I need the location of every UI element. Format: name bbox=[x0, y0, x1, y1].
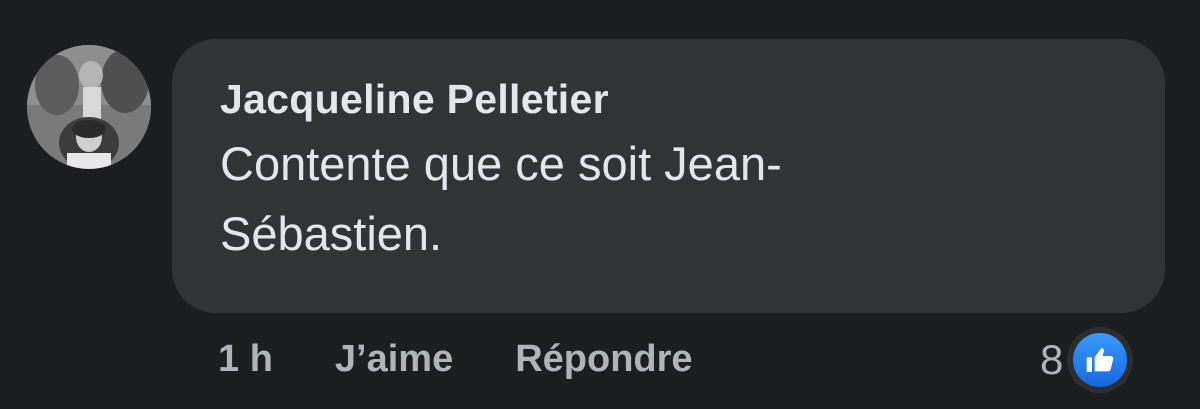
author-name[interactable]: Jacqueline Pelletier bbox=[220, 73, 1117, 125]
comment-item: Jacqueline Pelletier Contente que ce soi… bbox=[0, 0, 1200, 409]
profile-photo bbox=[27, 45, 151, 169]
avatar[interactable] bbox=[27, 45, 151, 169]
comment-text: Contente que ce soit Jean-Sébastien. bbox=[220, 137, 782, 260]
timestamp[interactable]: 1 h bbox=[218, 335, 273, 383]
like-button[interactable]: J’aime bbox=[335, 335, 453, 383]
reaction-summary[interactable]: 8 bbox=[1040, 325, 1134, 395]
reply-button[interactable]: Répondre bbox=[515, 335, 692, 383]
comment-actions: 1 h J’aime Répondre bbox=[218, 335, 755, 383]
reaction-count: 8 bbox=[1040, 336, 1064, 383]
comment-bubble: Jacqueline Pelletier Contente que ce soi… bbox=[172, 39, 1165, 313]
thumbs-up-icon bbox=[1067, 327, 1134, 393]
